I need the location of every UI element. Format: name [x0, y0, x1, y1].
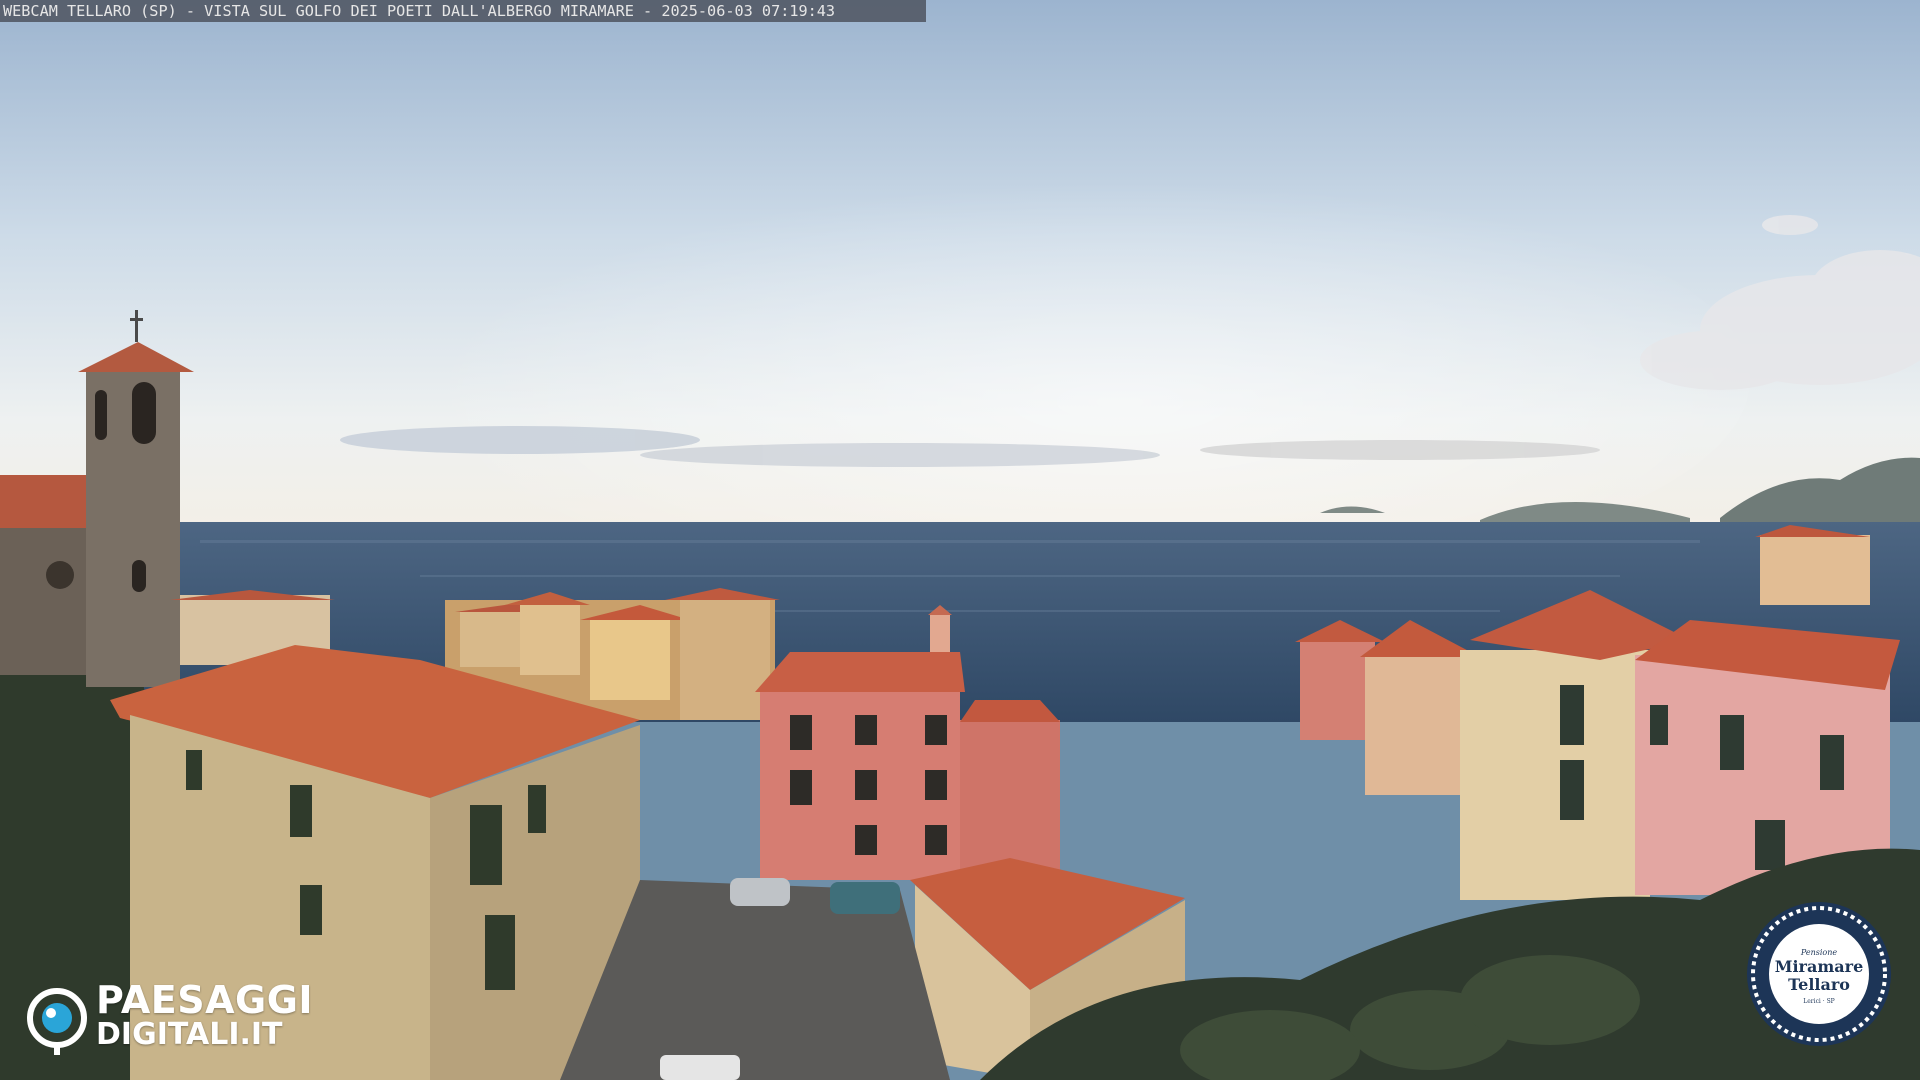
- webcam-caption: WEBCAM TELLARO (SP) - VISTA SUL GOLFO DE…: [0, 0, 926, 22]
- logo-tld: .IT: [239, 1017, 283, 1052]
- badge-top-text: Pensione: [1800, 948, 1838, 957]
- badge-name-line2: Tellaro: [1788, 975, 1850, 994]
- paesaggi-digitali-logo: PAESAGGI DIGITALI.IT: [28, 980, 348, 1052]
- logo-line2-text: DIGITALI: [96, 1017, 240, 1052]
- badge-sub-text: Lerici · SP: [1803, 998, 1835, 1005]
- badge-name-line1: Miramare: [1774, 957, 1864, 976]
- webcam-scene: [0, 0, 1920, 1080]
- logo-line1: PAESAGGI: [96, 978, 314, 1022]
- logo-line2: DIGITALI.IT: [96, 1018, 283, 1052]
